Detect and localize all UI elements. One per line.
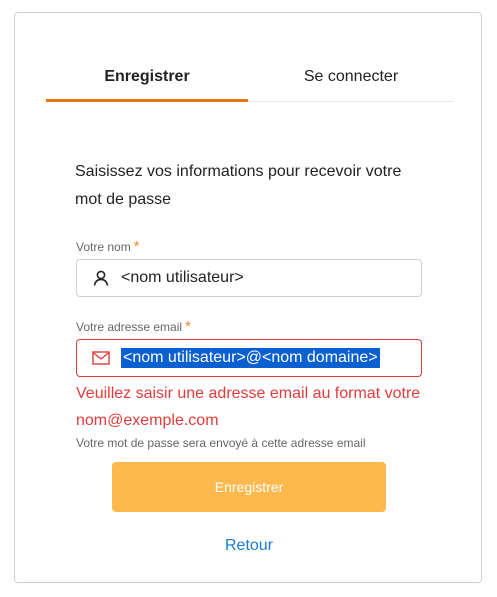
email-label: Votre adresse email * [76,318,191,335]
back-link-label: Retour [224,537,274,554]
tab-login[interactable]: Se connecter [250,53,452,100]
name-label-text: Votre nom [76,240,131,254]
name-label: Votre nom * [76,238,140,255]
email-hint: Votre mot de passe sera envoyé à cette a… [76,436,366,450]
email-label-text: Votre adresse email [76,320,183,334]
back-link[interactable]: Retour [15,537,483,555]
name-input-value: <nom utilisateur> [121,269,244,286]
active-tab-indicator [46,99,248,102]
intro-text: Saisissez vos informations pour recevoir… [75,163,402,208]
register-button[interactable]: Enregistrer [112,462,386,512]
register-card: Enregistrer Se connecter Saisissez vos i… [14,12,482,583]
email-field[interactable]: <nom utilisateur>@<nom domaine> [76,339,422,377]
tab-bar: Enregistrer Se connecter [46,53,454,102]
user-icon [91,268,111,288]
tab-login-label: Se connecter [303,67,399,85]
email-error-message: Veuillez saisir une adresse email au for… [76,385,421,429]
tab-register-label: Enregistrer [104,67,190,85]
name-field[interactable]: <nom utilisateur> [76,259,422,297]
mail-icon [91,348,111,368]
tab-register[interactable]: Enregistrer [46,53,248,102]
email-input-value: <nom utilisateur>@<nom domaine> [121,348,380,368]
required-mark: * [185,318,191,335]
required-mark: * [133,238,140,255]
